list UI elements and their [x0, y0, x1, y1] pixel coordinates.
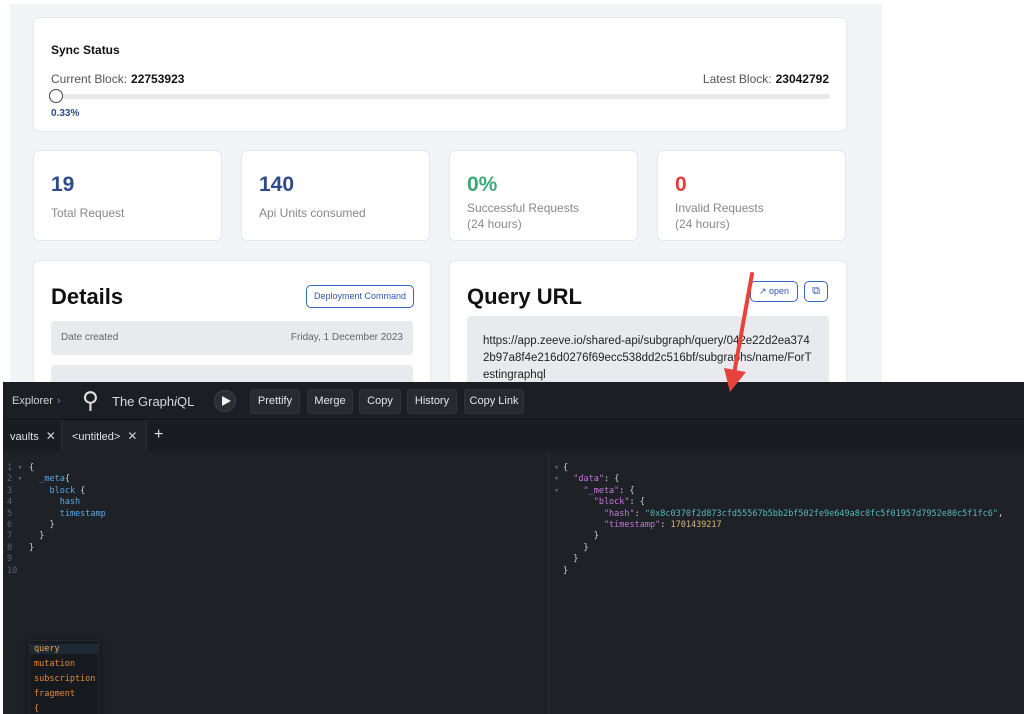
graph-logo-icon: ⚲: [82, 387, 99, 413]
current-block: Current Block: 22753923: [51, 72, 184, 86]
tab-vaults[interactable]: vaults ✕: [10, 421, 56, 451]
query-editor[interactable]: 1 ▾ 2 ▾ 3 4 5 6 7 8 9 10 { _meta{ block …: [3, 452, 549, 714]
autocomplete-item[interactable]: mutation: [34, 659, 75, 669]
detail-row-date: Date created Friday, 1 December 2023: [51, 321, 413, 355]
detail-key: Date created: [61, 332, 119, 343]
stat-value: 140: [259, 173, 295, 196]
deployment-command-button[interactable]: Deployment Command: [306, 285, 414, 308]
query-url-card: Query URL ↗ open ⧉ https://app.zeeve.io/…: [449, 260, 847, 391]
merge-button[interactable]: Merge: [307, 389, 353, 414]
sync-progress-bar: [49, 89, 830, 103]
tab-untitled[interactable]: <untitled> ✕: [61, 421, 147, 451]
stat-label: Total Request: [51, 206, 125, 220]
prettify-button[interactable]: Prettify: [250, 389, 300, 414]
stat-value: 0%: [467, 173, 498, 196]
details-title: Details: [51, 284, 124, 309]
stat-label: Api Units consumed: [259, 206, 366, 220]
line-numbers: 1 ▾ 2 ▾ 3 4 5 6 7 8 9 10: [7, 463, 23, 576]
stat-successful-requests: 0% Successful Requests (24 hours): [449, 150, 638, 241]
stat-sublabel: (24 hours): [675, 217, 730, 231]
query-url-title: Query URL: [467, 284, 582, 309]
result-viewer: ▾ ▾ ▾ { "data": { "_meta": { "block": { …: [550, 452, 1024, 714]
stat-invalid-requests: 0 Invalid Requests (24 hours): [657, 150, 846, 241]
latest-block: Latest Block: 23042792: [703, 72, 829, 86]
current-block-label: Current Block:: [51, 72, 128, 86]
current-block-value: 22753923: [131, 72, 185, 86]
latest-block-value: 23042792: [775, 72, 829, 86]
copy-icon: ⧉: [812, 285, 820, 297]
stat-label: Successful Requests: [467, 201, 580, 215]
stat-api-units: 140 Api Units consumed: [241, 150, 430, 241]
autocomplete-item[interactable]: fragment: [34, 689, 75, 699]
copy-link-button[interactable]: Copy Link: [464, 389, 524, 414]
graphiql-toolbar: Explorer › ⚲ The GraphiQL Prettify Merge …: [3, 382, 1024, 420]
autocomplete-item[interactable]: subscription: [34, 674, 95, 684]
add-tab-icon[interactable]: +: [154, 426, 163, 444]
sync-progress-knob: [49, 89, 63, 103]
history-button[interactable]: History: [407, 389, 457, 414]
stat-sublabel: (24 hours): [467, 217, 522, 231]
brand-suffix: QL: [177, 394, 195, 409]
result-json: { "data": { "_meta": { "block": { "hash"…: [563, 463, 1004, 576]
autocomplete-dropdown[interactable]: query mutation subscription fragment {: [29, 640, 99, 714]
sync-status-title: Sync Status: [51, 43, 120, 57]
explorer-toggle[interactable]: Explorer ›: [12, 395, 61, 407]
stat-value: 0: [675, 173, 687, 196]
brand-prefix: The Graph: [112, 394, 175, 409]
stat-total-request: 19 Total Request: [33, 150, 222, 241]
close-icon[interactable]: ✕: [127, 429, 137, 443]
run-query-button[interactable]: [214, 390, 236, 412]
query-tabs: vaults ✕ <untitled> ✕ +: [3, 421, 1024, 451]
stat-value: 19: [51, 173, 75, 196]
detail-value: Friday, 1 December 2023: [290, 332, 403, 343]
tab-label: vaults: [10, 431, 39, 443]
copy-button[interactable]: Copy: [359, 389, 401, 414]
query-code[interactable]: { _meta{ block { hash timestamp } } }: [29, 463, 106, 554]
details-card: Details Deployment Command Date created …: [33, 260, 431, 391]
explorer-label: Explorer: [12, 395, 53, 407]
chevron-right-icon: ›: [56, 395, 61, 407]
copy-url-button[interactable]: ⧉: [804, 281, 828, 302]
autocomplete-item[interactable]: {: [34, 704, 39, 714]
autocomplete-item[interactable]: query: [30, 644, 98, 654]
latest-block-label: Latest Block:: [702, 72, 772, 86]
stat-label: Invalid Requests: [675, 201, 764, 215]
sync-status-card: Sync Status Current Block: 22753923 Lates…: [33, 17, 847, 132]
annotation-arrow-icon: [724, 272, 754, 392]
graphiql-panel: Explorer › ⚲ The GraphiQL Prettify Merge …: [3, 382, 1024, 714]
tab-label: <untitled>: [72, 431, 121, 443]
sync-progress-percent: 0.33%: [51, 108, 80, 119]
graphiql-brand: The GraphiQL: [112, 394, 194, 409]
result-fold-markers: ▾ ▾ ▾: [554, 463, 560, 496]
close-icon[interactable]: ✕: [46, 429, 56, 443]
